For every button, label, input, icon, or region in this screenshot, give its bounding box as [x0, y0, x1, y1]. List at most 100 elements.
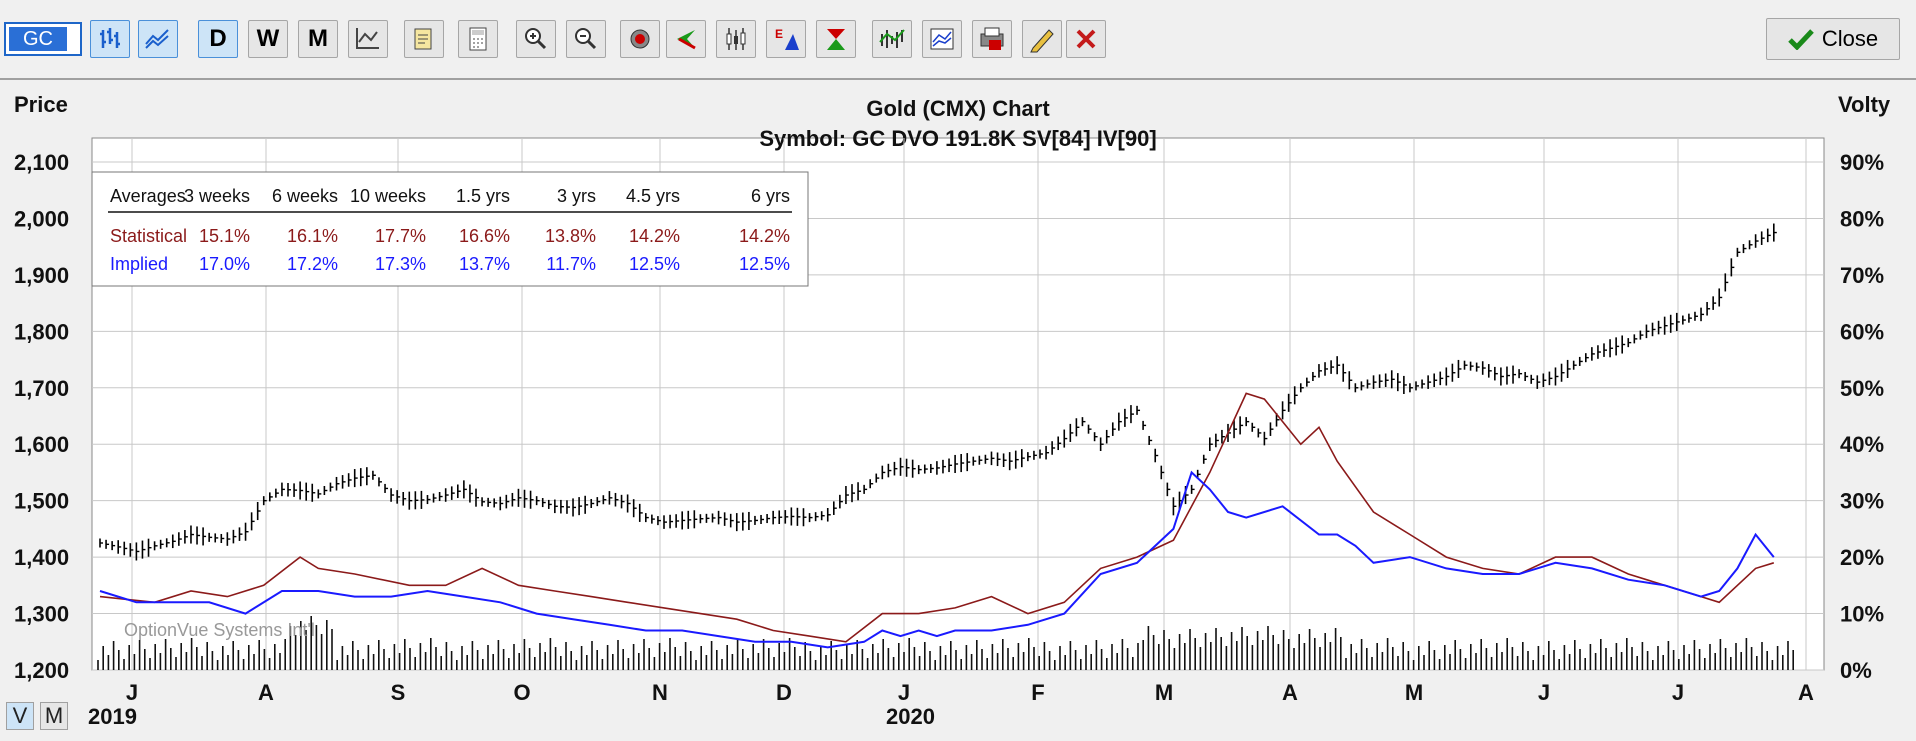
averages-header-cell: 1.5 yrs: [456, 186, 510, 206]
watermark: OptionVue Systems Int'l: [124, 620, 315, 640]
clipboard-button[interactable]: [404, 20, 444, 58]
print-icon: [980, 27, 1004, 50]
month-label: J: [1672, 680, 1684, 705]
y2-tick-label: 10%: [1840, 602, 1884, 627]
averages-header-cell: 4.5 yrs: [626, 186, 680, 206]
averages-cell: 13.7%: [459, 254, 510, 274]
averages-header-cell: 3 yrs: [557, 186, 596, 206]
year-label: 2020: [886, 704, 935, 729]
averages-header-cell: 6 yrs: [751, 186, 790, 206]
averages-cell: 13.8%: [545, 226, 596, 246]
candles-button[interactable]: [716, 20, 756, 58]
zoom-in-button[interactable]: [516, 20, 556, 58]
checkmark-icon: [1788, 29, 1814, 50]
y-tick-label: 1,500: [14, 489, 69, 514]
month-label: A: [258, 680, 274, 705]
averages-cell: 15.1%: [199, 226, 250, 246]
delete-button[interactable]: [1066, 20, 1106, 58]
y2-tick-label: 20%: [1840, 545, 1884, 570]
indicators-icon: [879, 29, 905, 48]
averages-cell: 16.6%: [459, 226, 510, 246]
y2-axis-label: Volty: [1838, 92, 1891, 117]
bar-chart-icon: [100, 28, 120, 48]
y-tick-label: 1,900: [14, 263, 69, 288]
y2-tick-label: 0%: [1840, 658, 1872, 683]
averages-cell: 14.2%: [629, 226, 680, 246]
y2-tick-label: 60%: [1840, 319, 1884, 344]
month-label: J: [1538, 680, 1550, 705]
weekly-button[interactable]: W: [248, 20, 288, 58]
y-tick-label: 1,700: [14, 376, 69, 401]
y-tick-label: 1,300: [14, 602, 69, 627]
y2-tick-label: 70%: [1840, 263, 1884, 288]
y2-tick-label: 30%: [1840, 489, 1884, 514]
year-label: 2019: [88, 704, 137, 729]
weekly-button-label: W: [256, 25, 280, 52]
toolbar: GC D W M E Close: [0, 0, 1916, 80]
svg-text:E: E: [775, 27, 783, 41]
symbol-input[interactable]: GC: [4, 22, 82, 56]
zoom-in-icon: [525, 28, 547, 50]
month-label: J: [898, 680, 910, 705]
indicators-button[interactable]: [872, 20, 912, 58]
month-label: J: [126, 680, 138, 705]
dividend-button[interactable]: [816, 20, 856, 58]
month-label: M: [1155, 680, 1173, 705]
y2-tick-label: 90%: [1840, 150, 1884, 175]
y-tick-label: 2,000: [14, 206, 69, 231]
averages-row-label: Implied: [110, 254, 168, 274]
averages-header-cell: 10 weeks: [350, 186, 426, 206]
averages-header-cell: Averages: [110, 186, 186, 206]
zoom-out-icon: [575, 28, 597, 50]
price-chart[interactable]: 2,100 2,000 1,900 1,800 1,700 1,600 1,500 1,400…: [0, 82, 1916, 736]
candles-icon: [726, 28, 746, 50]
averages-cell: 17.3%: [375, 254, 426, 274]
pencil-button[interactable]: [1022, 20, 1062, 58]
averages-header-cell: 3 weeks: [184, 186, 250, 206]
studies-icon: [930, 28, 954, 50]
averages-row-label: Statistical: [110, 226, 187, 246]
month-label: O: [513, 680, 530, 705]
daily-button[interactable]: D: [198, 20, 238, 58]
close-label: Close: [1821, 26, 1879, 51]
y-tick-label: 1,800: [14, 319, 69, 344]
close-button[interactable]: Close: [1766, 18, 1900, 60]
calculator-icon: [469, 27, 487, 51]
target-icon: [630, 29, 650, 49]
chart-options-button[interactable]: [348, 20, 388, 58]
y-tick-label: 2,100: [14, 150, 69, 175]
averages-cell: 12.5%: [629, 254, 680, 274]
arrow-left-button[interactable]: [666, 20, 706, 58]
calculator-button[interactable]: [458, 20, 498, 58]
chart-subtitle: Symbol: GC DVO 191.8K SV[84] IV[90]: [759, 126, 1156, 151]
zoom-out-button[interactable]: [566, 20, 606, 58]
volume-button[interactable]: V: [6, 702, 34, 730]
monthly-button-label: M: [308, 25, 328, 52]
month-label: A: [1282, 680, 1298, 705]
y-tick-label: 1,600: [14, 432, 69, 457]
y-tick-label: 1,200: [14, 658, 69, 683]
y2-tick-label: 40%: [1840, 432, 1884, 457]
y2-tick-label: 80%: [1840, 206, 1884, 231]
y-axis-label: Price: [14, 92, 68, 117]
monthly-button[interactable]: M: [298, 20, 338, 58]
earnings-button[interactable]: E: [766, 20, 806, 58]
month-label: D: [776, 680, 792, 705]
averages-cell: 14.2%: [739, 226, 790, 246]
momentum-button[interactable]: M: [40, 702, 68, 730]
month-label: N: [652, 680, 668, 705]
y-tick-label: 1,400: [14, 545, 69, 570]
averages-cell: 17.0%: [199, 254, 250, 274]
earnings-icon: E: [775, 27, 799, 50]
studies-button[interactable]: [922, 20, 962, 58]
symbol-text: GC: [9, 27, 67, 51]
month-label: M: [1405, 680, 1423, 705]
target-button[interactable]: [620, 20, 660, 58]
averages-cell: 17.2%: [287, 254, 338, 274]
dividend-icon: [827, 29, 845, 50]
chart-options-icon: [356, 28, 379, 49]
print-button[interactable]: [972, 20, 1012, 58]
line-chart-button[interactable]: [138, 20, 178, 58]
daily-button-label: D: [209, 25, 227, 52]
bar-chart-button[interactable]: [90, 20, 130, 58]
